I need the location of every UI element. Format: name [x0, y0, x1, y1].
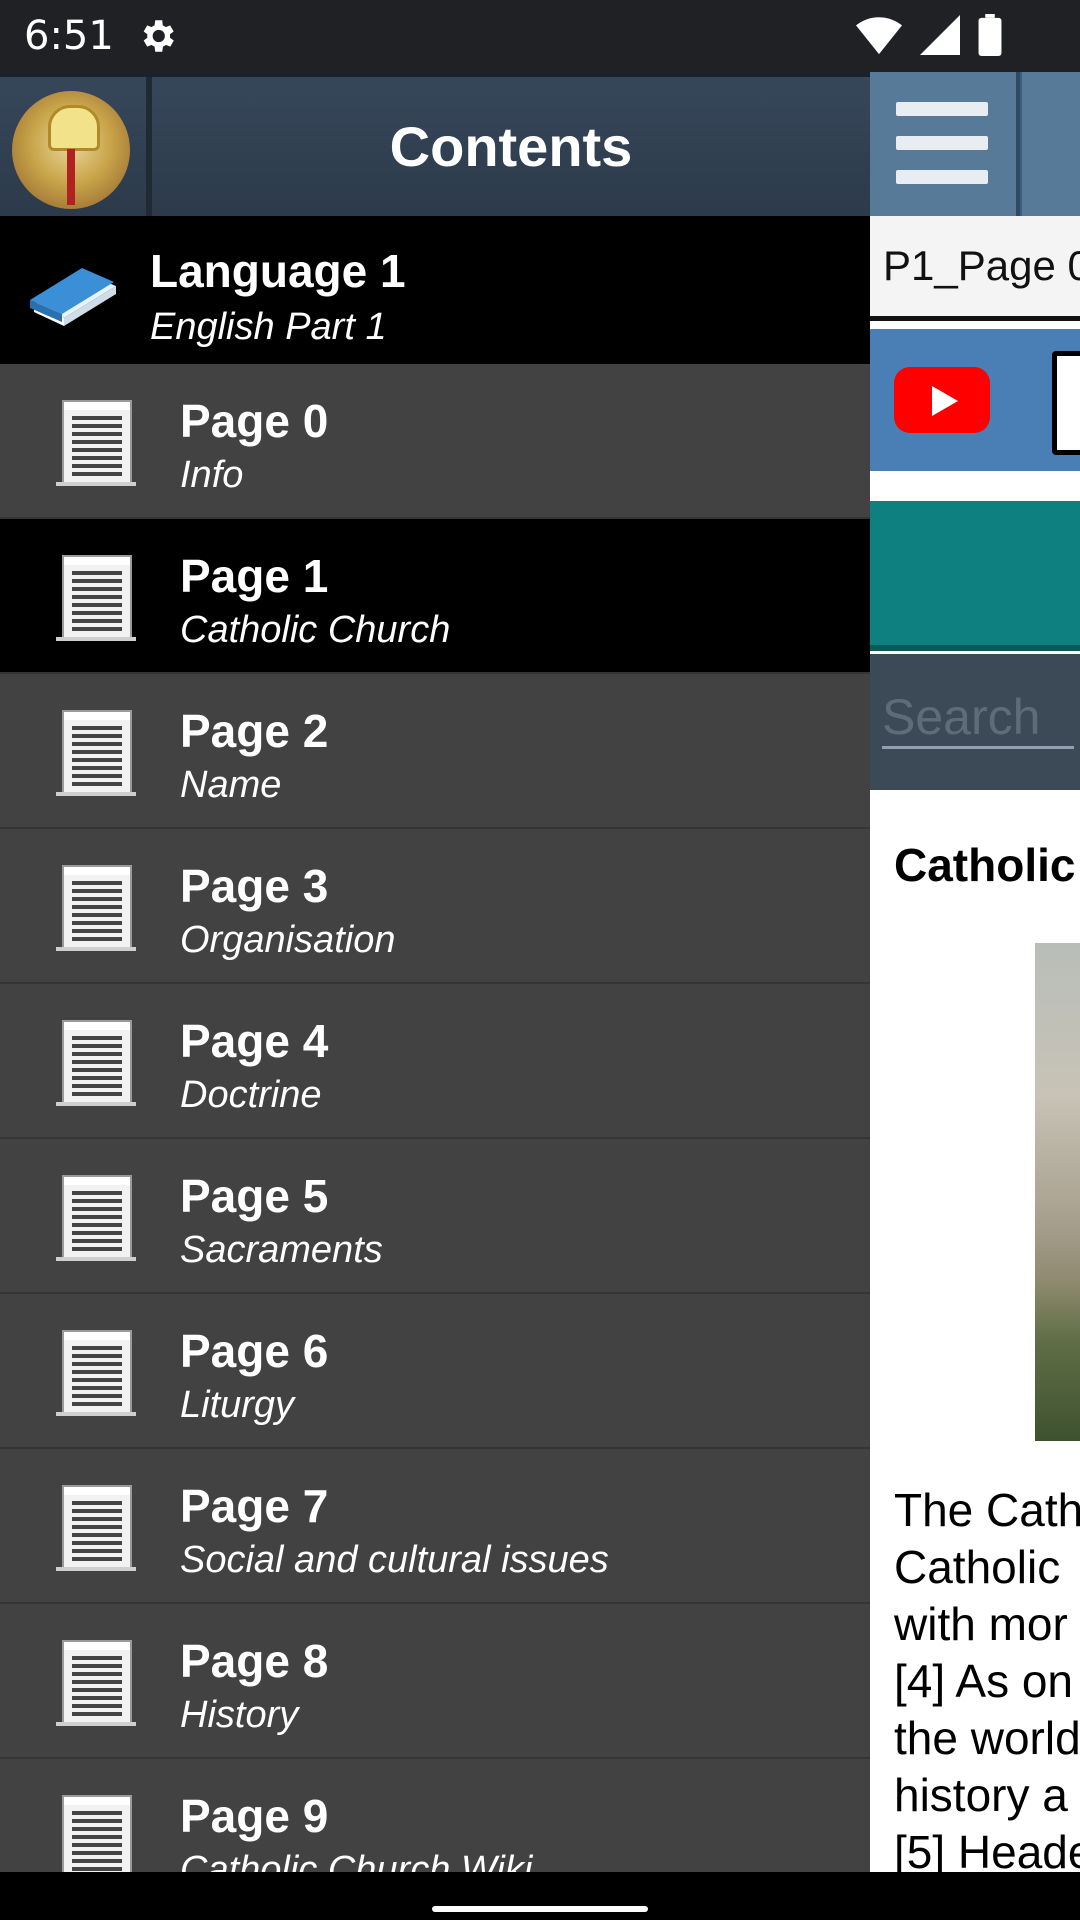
page-item-subtitle: Sacraments: [180, 1229, 383, 1271]
page-item-title: Page 7: [180, 1480, 329, 1532]
page-item-title: Page 3: [180, 860, 329, 912]
wifi-icon: [856, 17, 902, 55]
page-item-title: Page 0: [180, 395, 329, 447]
page-item-subtitle: Catholic Church Wiki: [180, 1849, 533, 1872]
page-label: P1_Page 0: [883, 242, 1080, 289]
page-item-0[interactable]: Page 0 Info: [0, 364, 870, 519]
navigation-drawer: Contents Language 1 English Part 1 Page …: [0, 72, 870, 1872]
status-bar: 6:51: [0, 0, 1080, 72]
page-item-subtitle: Social and cultural issues: [180, 1539, 609, 1581]
page-item-subtitle: Doctrine: [180, 1074, 322, 1116]
content-toolbar: [870, 72, 1080, 216]
page-item-1[interactable]: Page 1 Catholic Church: [0, 519, 870, 674]
page-item-title: Page 2: [180, 705, 329, 757]
document-icon[interactable]: [1052, 351, 1080, 455]
page-item-title: Page 4: [180, 1015, 329, 1067]
drawer-header: Contents: [0, 72, 870, 221]
article-body: The Cath Catholic with mor [4] As on the…: [894, 1484, 1080, 1872]
youtube-icon[interactable]: [894, 367, 990, 433]
signal-icon: [920, 15, 960, 55]
document-page-icon: [56, 1330, 136, 1416]
navigation-bar: [0, 1872, 1080, 1920]
document-page-icon: [56, 555, 136, 641]
battery-icon: [978, 14, 1002, 56]
home-handle[interactable]: [432, 1906, 648, 1912]
document-page-icon: [56, 865, 136, 951]
article-image: [1035, 943, 1080, 1441]
page-item-2[interactable]: Page 2 Name: [0, 674, 870, 829]
page-item-title: Page 8: [180, 1635, 329, 1687]
search-input[interactable]: [882, 688, 1074, 749]
page-item-subtitle: History: [180, 1694, 299, 1736]
document-page-icon: [56, 1485, 136, 1571]
book-icon: [30, 268, 116, 326]
article-title: Catholic: [894, 839, 1076, 891]
social-bar: [870, 329, 1080, 471]
document-page-icon: [56, 710, 136, 796]
page-item-3[interactable]: Page 3 Organisation: [0, 829, 870, 984]
document-page-icon: [62, 1795, 132, 1872]
page-item-title: Page 1: [180, 550, 329, 602]
page-item-title: Page 5: [180, 1170, 329, 1222]
status-icons: [856, 14, 1002, 56]
page-item-subtitle: Catholic Church: [180, 609, 451, 651]
group-title: Language 1: [150, 245, 406, 297]
page-item-title: Page 9: [180, 1790, 329, 1842]
document-page-icon: [56, 400, 136, 486]
toolbar-button[interactable]: [1022, 72, 1080, 216]
document-page-icon: [56, 1640, 136, 1726]
menu-button[interactable]: [870, 72, 1020, 216]
page-item-4[interactable]: Page 4 Doctrine: [0, 984, 870, 1139]
page-item-title: Page 6: [180, 1325, 329, 1377]
group-subtitle: English Part 1: [150, 306, 387, 348]
search-bar: [870, 654, 1080, 790]
page-item-subtitle: Name: [180, 764, 282, 806]
page-item-subtitle: Liturgy: [180, 1384, 295, 1426]
page-item-subtitle: Info: [180, 454, 244, 496]
gear-icon: [143, 20, 174, 52]
document-page-icon: [56, 1175, 136, 1261]
page-item-9[interactable]: Page 9 Catholic Church Wiki: [0, 1759, 870, 1872]
content-area: P1_Page 0 Catholic The Cath Catholic wit…: [870, 72, 1080, 1872]
language-group-row[interactable]: Language 1 English Part 1: [0, 216, 870, 364]
coat-of-arms-logo: [12, 91, 130, 209]
document-page-icon: [56, 1020, 136, 1106]
page-item-6[interactable]: Page 6 Liturgy: [0, 1294, 870, 1449]
page-item-7[interactable]: Page 7 Social and cultural issues: [0, 1449, 870, 1604]
page-item-8[interactable]: Page 8 History: [0, 1604, 870, 1759]
teal-banner: [870, 501, 1080, 651]
page-item-subtitle: Organisation: [180, 919, 396, 961]
status-time: 6:51: [24, 13, 114, 59]
drawer-title: Contents: [389, 115, 633, 178]
page-label-bar: P1_Page 0: [870, 216, 1080, 321]
page-item-5[interactable]: Page 5 Sacraments: [0, 1139, 870, 1294]
